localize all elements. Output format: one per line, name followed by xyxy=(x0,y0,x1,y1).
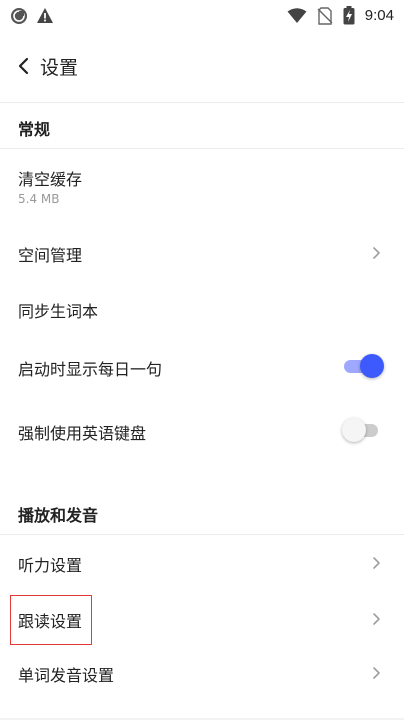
english-keyboard-toggle[interactable] xyxy=(342,417,384,443)
settings-item-label: 空间管理 xyxy=(18,246,83,265)
toolbar: 设置 xyxy=(0,40,404,92)
settings-item-label: 单词发音设置 xyxy=(18,666,115,685)
chevron-right-icon xyxy=(373,667,380,679)
settings-item-label: 听力设置 xyxy=(18,556,83,575)
settings-item-sync-wordbook[interactable]: 同步生词本 xyxy=(0,282,404,336)
daily-sentence-toggle[interactable] xyxy=(342,353,384,379)
app-circle-icon xyxy=(11,8,27,24)
toggle-knob xyxy=(342,418,366,442)
status-bar-left xyxy=(10,7,54,25)
chevron-left-icon[interactable] xyxy=(14,54,34,78)
settings-item-clear-cache[interactable]: 清空缓存 5.4 MB xyxy=(0,150,404,218)
wifi-icon xyxy=(287,7,307,23)
toggle-knob xyxy=(360,354,384,378)
highlight-box xyxy=(10,595,92,645)
settings-item-force-english-keyboard[interactable]: 强制使用英语键盘 xyxy=(0,402,404,458)
page-title: 设置 xyxy=(40,57,79,79)
settings-item-label: 清空缓存 xyxy=(18,170,83,189)
status-time: 9:04 xyxy=(364,7,394,24)
chevron-right-icon xyxy=(373,247,380,259)
status-bar-right: 9:04 xyxy=(287,6,394,25)
section-divider xyxy=(0,148,404,149)
settings-item-storage-management[interactable]: 空间管理 xyxy=(0,226,404,280)
cache-size-value: 5.4 MB xyxy=(18,192,60,206)
battery-charging-icon xyxy=(343,6,355,25)
no-sim-icon xyxy=(317,6,333,25)
toolbar-divider xyxy=(0,102,404,103)
settings-item-daily-sentence[interactable]: 启动时显示每日一句 xyxy=(0,338,404,394)
section-header-general: 常规 xyxy=(18,120,51,139)
status-bar: 9:04 xyxy=(0,0,404,32)
warning-icon xyxy=(37,8,53,23)
settings-item-label: 强制使用英语键盘 xyxy=(18,424,147,443)
chevron-right-icon xyxy=(373,613,380,625)
section-header-playback: 播放和发音 xyxy=(18,506,99,525)
settings-item-word-pronunciation[interactable]: 单词发音设置 xyxy=(0,646,404,700)
settings-item-label: 启动时显示每日一句 xyxy=(18,360,163,379)
settings-item-listening[interactable]: 听力设置 xyxy=(0,536,404,590)
settings-item-label: 同步生词本 xyxy=(18,302,99,321)
chevron-right-icon xyxy=(373,557,380,569)
section-divider xyxy=(0,534,404,535)
